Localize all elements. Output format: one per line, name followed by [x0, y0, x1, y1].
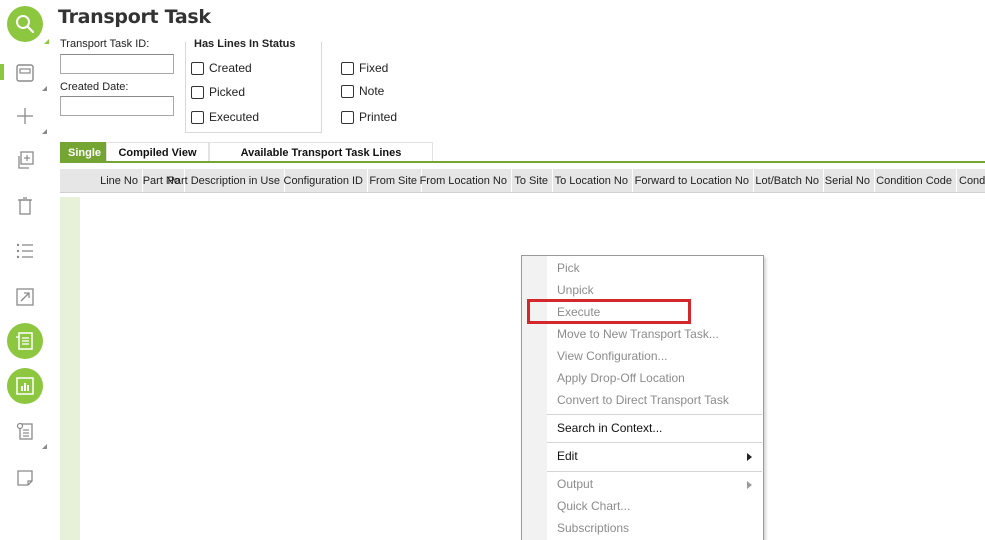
column-header-configuration-id[interactable]: Configuration ID	[284, 169, 368, 192]
checkbox-box[interactable]	[341, 84, 354, 98]
created-date-input[interactable]	[60, 96, 174, 116]
checkbox-box[interactable]	[341, 61, 354, 75]
search-icon[interactable]	[7, 6, 49, 44]
note-icon[interactable]	[7, 460, 43, 496]
grid-header: Line No Part No Part Description in Use …	[60, 169, 985, 193]
checkbox-label: Picked	[209, 85, 246, 99]
column-header-condition-truncated[interactable]: Cond	[957, 169, 985, 192]
menu-item-pick[interactable]: Pick	[557, 261, 580, 275]
submenu-arrow-icon	[747, 481, 752, 489]
tab-compiled-view[interactable]: Compiled View	[106, 142, 209, 162]
menu-item-output[interactable]: Output	[557, 477, 593, 491]
column-header-condition-code[interactable]: Condition Code	[875, 169, 957, 192]
page-title: Transport Task	[58, 6, 211, 28]
submenu-arrow-icon	[747, 453, 752, 461]
menu-item-convert-to-direct-transport-task[interactable]: Convert to Direct Transport Task	[557, 393, 729, 407]
menu-item-search-in-context[interactable]: Search in Context...	[557, 421, 662, 435]
menu-item-view-configuration[interactable]: View Configuration...	[557, 349, 668, 363]
status-picked-checkbox[interactable]: Picked	[191, 85, 245, 99]
column-header-forward-to-location-no[interactable]: Forward to Location No	[633, 169, 754, 192]
checkbox-label: Created	[209, 61, 252, 75]
menu-separator	[547, 471, 762, 472]
transport-task-id-input[interactable]	[60, 54, 174, 74]
status-executed-checkbox[interactable]: Executed	[191, 110, 259, 124]
column-header-from-location-no[interactable]: From Location No	[420, 169, 512, 192]
list-icon[interactable]	[7, 233, 43, 269]
delete-icon[interactable]	[7, 188, 43, 224]
tab-underline	[60, 161, 985, 163]
column-header-lot-batch-no[interactable]: Lot/Batch No	[754, 169, 824, 192]
column-header-serial-no[interactable]: Serial No	[824, 169, 875, 192]
status-created-checkbox[interactable]: Created	[191, 61, 252, 75]
menu-item-move-to-new-transport-task[interactable]: Move to New Transport Task...	[557, 327, 719, 341]
status-note-checkbox[interactable]: Note	[341, 84, 384, 98]
menu-separator	[547, 442, 762, 443]
status-printed-checkbox[interactable]: Printed	[341, 110, 397, 124]
checkbox-box[interactable]	[191, 85, 204, 99]
column-header-from-site[interactable]: From Site	[368, 169, 422, 192]
menu-item-subscriptions[interactable]: Subscriptions	[557, 521, 629, 535]
checkbox-box[interactable]	[341, 110, 354, 124]
transport-task-id-label: Transport Task ID:	[60, 38, 150, 50]
column-header-to-site[interactable]: To Site	[512, 169, 553, 192]
checkbox-box[interactable]	[191, 61, 204, 75]
status-fixed-checkbox[interactable]: Fixed	[341, 61, 388, 75]
left-toolbar	[0, 0, 50, 540]
report-icon[interactable]	[7, 413, 47, 449]
duplicate-icon[interactable]	[7, 142, 43, 178]
chart-icon[interactable]	[7, 368, 43, 404]
save-icon[interactable]	[7, 55, 47, 91]
selection-indicator	[0, 64, 4, 80]
created-date-label: Created Date:	[60, 81, 129, 93]
checkbox-label: Executed	[209, 110, 260, 124]
column-header-to-location-no[interactable]: To Location No	[553, 169, 633, 192]
checkbox-label: Fixed	[359, 61, 389, 75]
tab-bar: Single Compiled View Available Transport…	[60, 142, 433, 162]
checkbox-box[interactable]	[191, 110, 204, 124]
add-icon[interactable]	[7, 98, 47, 134]
column-header-line-no[interactable]: Line No	[80, 169, 143, 192]
menu-item-edit[interactable]: Edit	[557, 449, 578, 463]
grid-row-selector[interactable]	[60, 197, 80, 540]
context-menu: Pick Unpick Execute Move to New Transpor…	[521, 255, 764, 540]
details-list-icon[interactable]	[7, 323, 43, 359]
tab-available-transport-task-lines[interactable]: Available Transport Task Lines	[209, 142, 433, 162]
execute-highlight-box	[527, 299, 691, 324]
checkbox-label: Note	[359, 84, 385, 98]
status-filter-legend: Has Lines In Status	[192, 38, 298, 50]
navigate-icon[interactable]	[7, 279, 43, 315]
tab-single[interactable]: Single	[60, 142, 106, 162]
menu-item-apply-drop-off-location[interactable]: Apply Drop-Off Location	[557, 371, 685, 385]
checkbox-label: Printed	[359, 110, 398, 124]
menu-item-quick-chart[interactable]: Quick Chart...	[557, 499, 630, 513]
menu-separator	[547, 414, 762, 415]
column-header-part-description[interactable]: Part Description in Use	[168, 169, 285, 192]
menu-item-unpick[interactable]: Unpick	[557, 283, 594, 297]
